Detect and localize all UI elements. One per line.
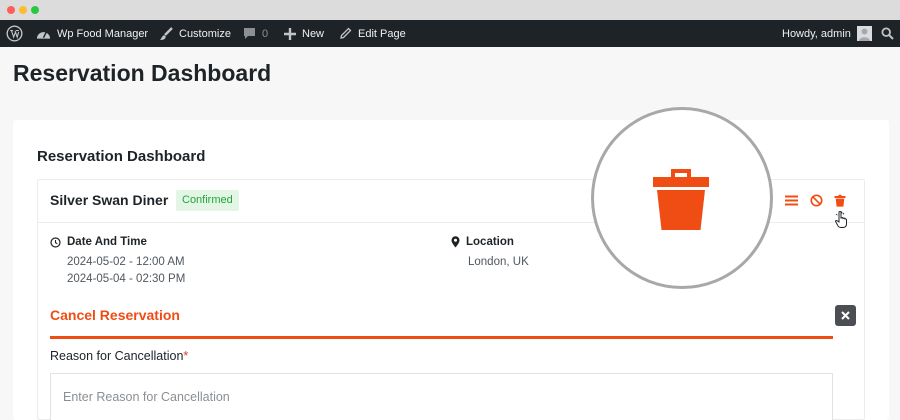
list-icon [784, 195, 798, 205]
date-start: 2024-05-02 - 12:00 AM [67, 256, 185, 268]
admin-bar: Wp Food Manager Customize 0 New Edit Pag… [0, 20, 900, 47]
admin-bar-new[interactable]: New [284, 20, 324, 47]
maximize-window-dot[interactable] [31, 6, 39, 14]
close-cancel-form-button[interactable] [835, 305, 856, 326]
edit-page-label: Edit Page [358, 27, 406, 40]
location-label: Location [466, 236, 514, 248]
dashboard-gauge-icon [36, 31, 51, 39]
search-icon [881, 27, 894, 40]
map-pin-icon [451, 236, 460, 248]
avatar [856, 26, 872, 41]
admin-bar-comments[interactable]: 0 [243, 20, 268, 47]
reason-label-text: Reason for Cancellation [50, 349, 184, 363]
cancel-reservation-title: Cancel Reservation [50, 307, 180, 323]
page-title: Reservation Dashboard [13, 60, 272, 86]
admin-bar-account[interactable]: Howdy, admin [782, 20, 872, 47]
trash-icon [834, 194, 846, 207]
trash-icon [653, 169, 709, 230]
view-details-button[interactable] [782, 191, 800, 209]
zoom-magnifier [591, 107, 773, 289]
hand-cursor-icon [835, 211, 847, 228]
comments-count: 0 [262, 27, 269, 40]
location-heading: Location [451, 236, 514, 248]
date-end: 2024-05-04 - 02:30 PM [67, 273, 186, 285]
pencil-icon [340, 27, 352, 39]
reason-input[interactable] [50, 373, 833, 420]
plus-icon [284, 27, 296, 40]
admin-bar-search[interactable] [881, 20, 894, 47]
status-badge: Confirmed [176, 190, 239, 211]
delete-reservation-button[interactable] [831, 191, 849, 209]
cancel-title-underline [50, 336, 833, 339]
browser-chrome [0, 0, 900, 20]
ban-icon [809, 193, 823, 207]
close-window-dot[interactable] [7, 6, 15, 14]
new-label: New [302, 27, 325, 40]
date-time-label: Date And Time [67, 236, 147, 248]
admin-bar-customize[interactable]: Customize [159, 20, 231, 47]
reason-label: Reason for Cancellation* [50, 349, 188, 363]
clock-icon [50, 236, 61, 248]
cancel-reservation-button[interactable] [807, 191, 825, 209]
site-name: Wp Food Manager [57, 27, 149, 40]
wordpress-logo-icon[interactable] [6, 20, 23, 47]
date-time-heading: Date And Time [50, 236, 147, 248]
comment-bubble-icon [244, 28, 255, 39]
location-value: London, UK [468, 256, 529, 268]
admin-bar-site[interactable]: Wp Food Manager [36, 20, 148, 47]
admin-bar-edit-page[interactable]: Edit Page [339, 20, 406, 47]
restaurant-name: Silver Swan Diner [50, 192, 169, 208]
dashboard-title: Reservation Dashboard [37, 148, 206, 165]
close-icon [841, 311, 850, 320]
customize-label: Customize [179, 27, 231, 40]
minimize-window-dot[interactable] [19, 6, 27, 14]
required-mark: * [183, 349, 189, 363]
howdy-label: Howdy, admin [782, 27, 851, 40]
paintbrush-icon [160, 26, 173, 40]
